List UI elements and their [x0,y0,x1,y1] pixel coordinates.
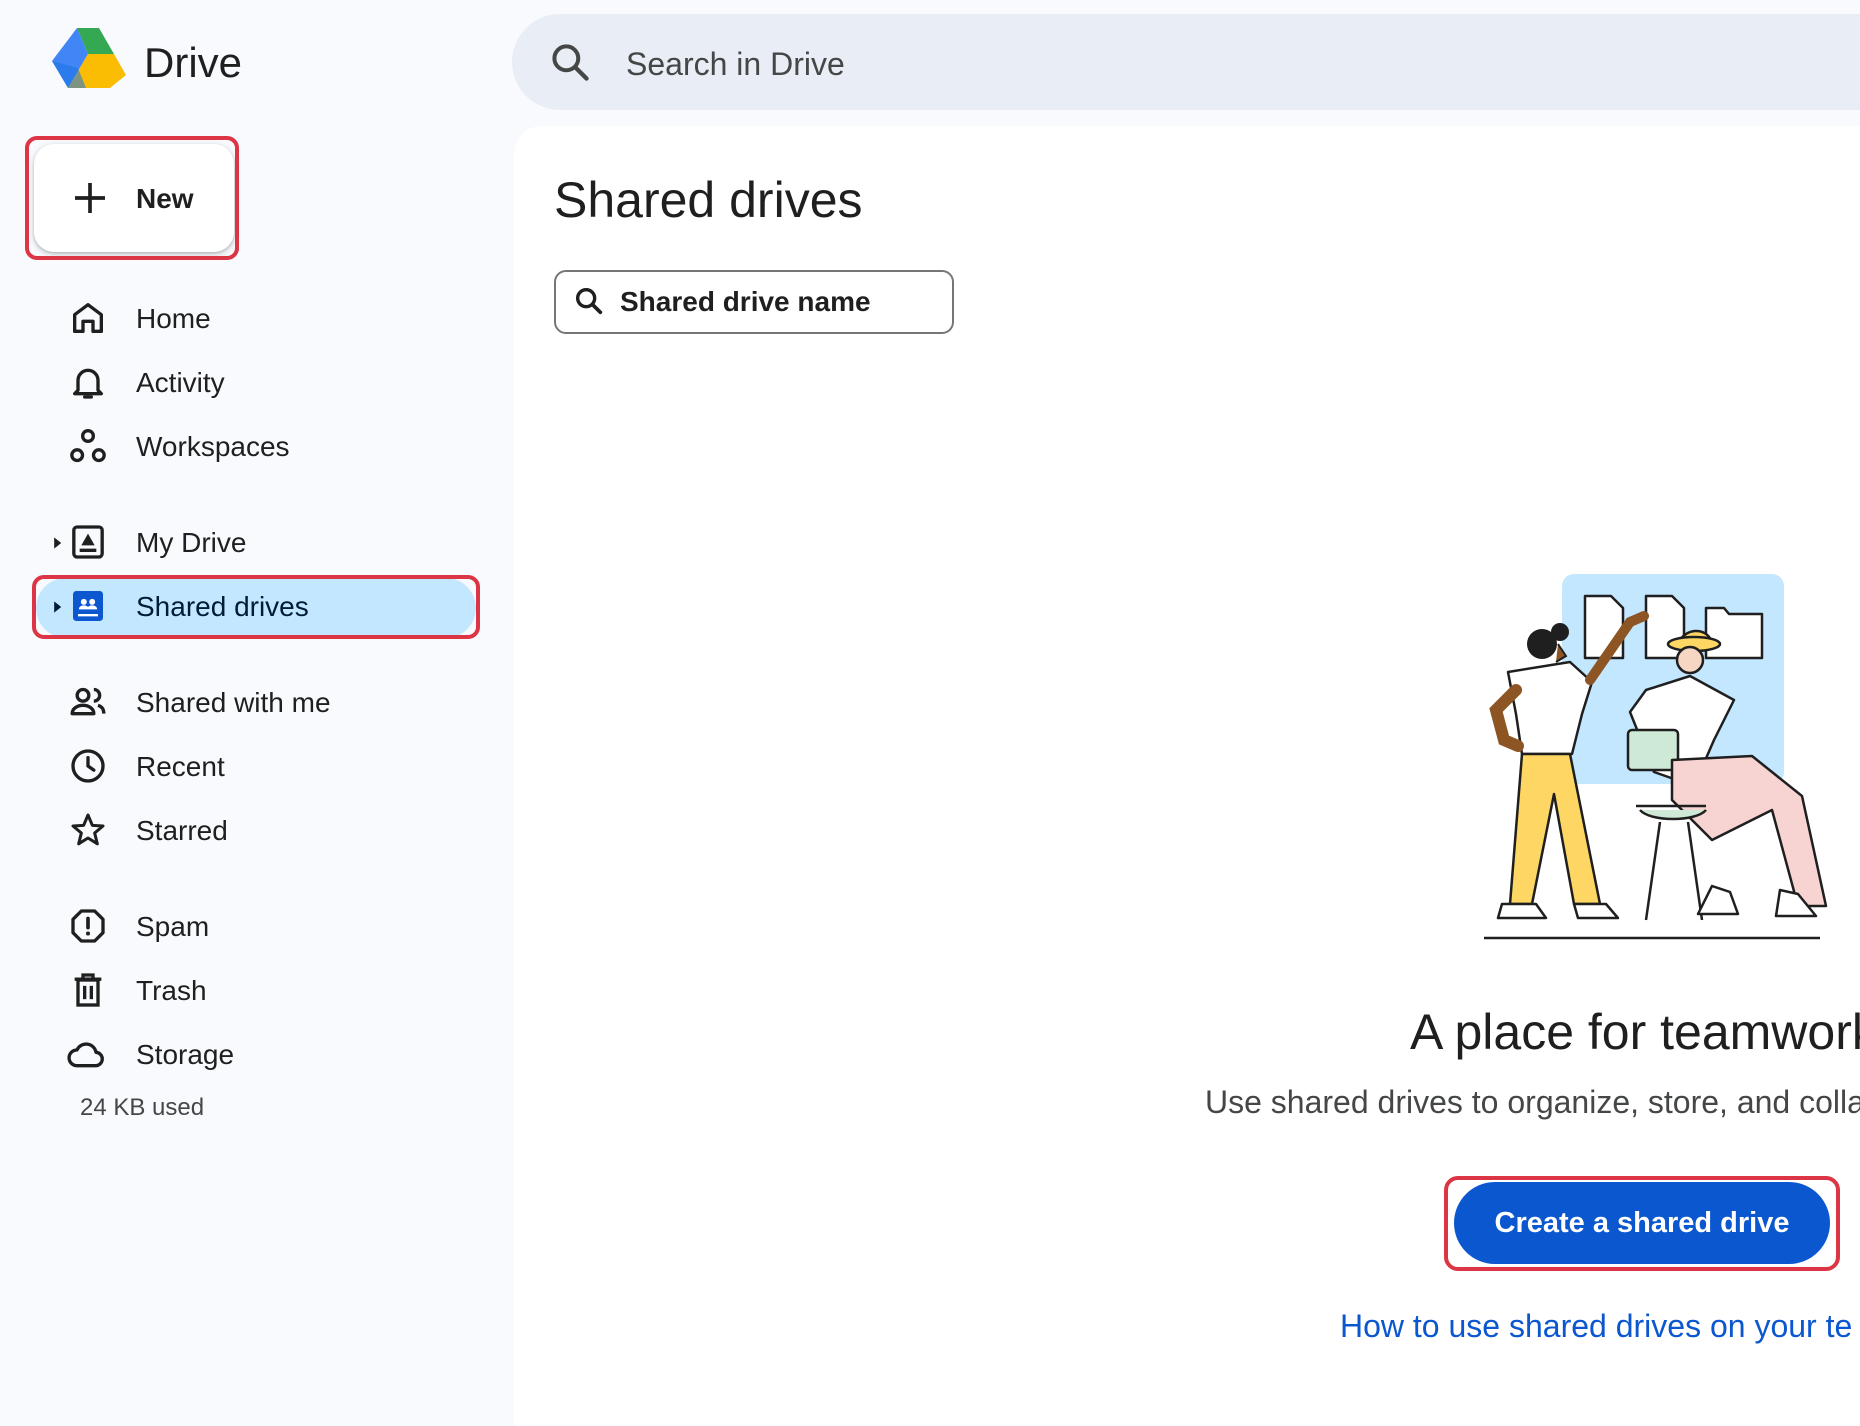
new-button-highlight [25,136,239,260]
new-button-label: New [136,183,194,214]
empty-state-description: Use shared drives to organize, store, an… [1205,1084,1860,1120]
sidebar-item-label: Shared with me [136,687,331,718]
empty-state-title: A place for teamwork [1410,1004,1860,1060]
sidebar-item-label: Activity [136,367,225,398]
star-icon [71,813,105,846]
spam-icon [71,909,105,943]
app-title: Drive [144,39,243,86]
search-input[interactable]: Search in Drive [626,44,845,84]
search-icon[interactable] [548,40,592,84]
people-icon [70,687,106,716]
plus-icon [75,183,105,213]
help-link[interactable]: How to use shared drives on your te [1340,1306,1852,1346]
workspaces-icon [70,428,106,463]
trash-icon [74,973,102,1007]
sidebar-item-label: Spam [136,911,210,942]
home-icon [73,303,104,333]
expand-caret-icon[interactable] [50,600,64,614]
sidebar-item-label: Starred [136,815,228,846]
bell-icon [73,368,104,399]
sidebar-item-label: Trash [136,975,207,1006]
sidebar-item-label: Home [136,303,211,334]
sidebar-item-label: My Drive [136,527,247,558]
sidebar-item-label: Storage [136,1039,235,1070]
create-button-highlight [1444,1176,1840,1271]
storage-used-text: 24 KB used [80,1094,205,1121]
sidebar-item-label: Shared drives [136,591,309,622]
sidebar-item-label: Workspaces [136,431,290,462]
shared-drives-icon [73,591,103,621]
drive-logo-icon [52,28,126,88]
cloud-icon [67,1042,104,1068]
sidebar-item-storage[interactable] [40,1024,480,1084]
sidebar-item-label: Recent [136,751,225,782]
clock-icon [71,749,105,783]
page-title: Shared drives [554,172,863,228]
my-drive-icon [72,525,104,559]
search-icon [575,287,603,315]
shared-drive-name-input[interactable]: Shared drive name [620,285,871,319]
teamwork-illustration [1484,574,1828,940]
